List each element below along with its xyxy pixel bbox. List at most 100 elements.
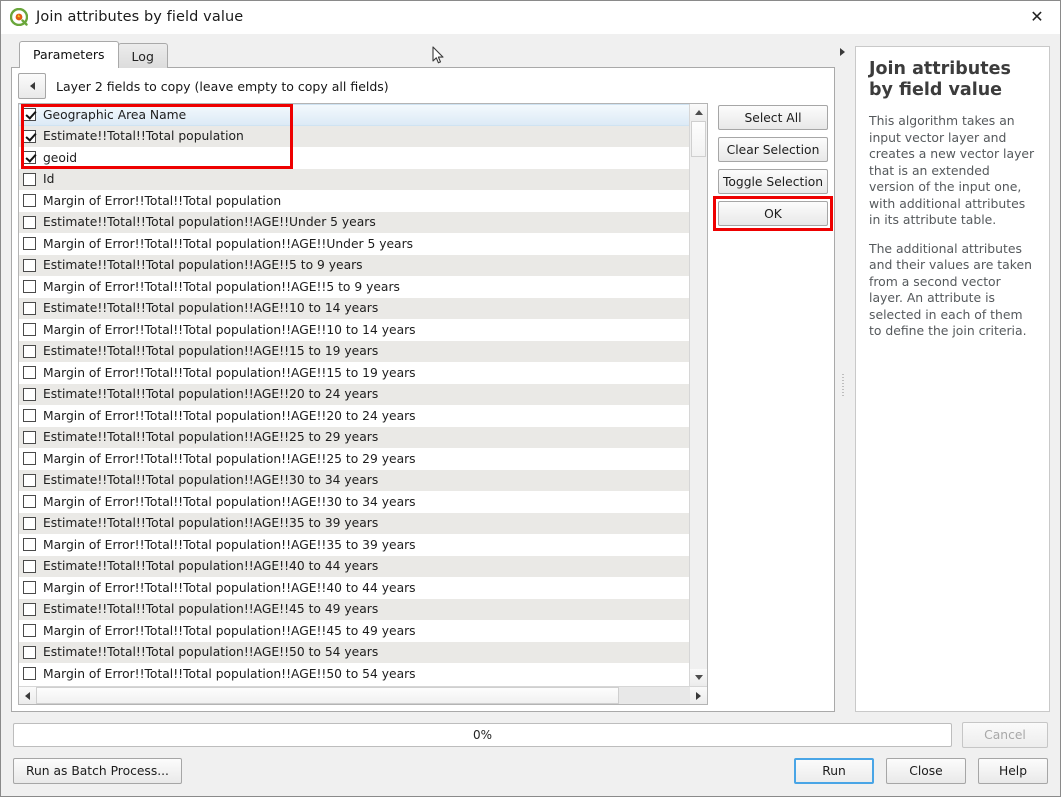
scroll-down-icon[interactable]: [690, 669, 707, 686]
horizontal-scrollbar[interactable]: [19, 686, 707, 704]
checkbox-unchecked-icon[interactable]: [23, 301, 36, 315]
tab-log[interactable]: Log: [117, 43, 168, 68]
horizontal-scroll-thumb[interactable]: [36, 687, 619, 704]
field-list-item-label: Geographic Area Name: [43, 107, 187, 122]
field-list-item[interactable]: Margin of Error!!Total!!Total population…: [19, 362, 689, 384]
field-list-item[interactable]: Margin of Error!!Total!!Total population…: [19, 405, 689, 427]
checkbox-unchecked-icon[interactable]: [23, 430, 36, 444]
checkbox-unchecked-icon[interactable]: [23, 172, 36, 186]
arrow-left-glyph: [25, 691, 30, 700]
field-list-item[interactable]: Estimate!!Total!!Total population!!AGE!!…: [19, 641, 689, 663]
panel-splitter[interactable]: [839, 372, 847, 398]
field-list-item-label: Margin of Error!!Total!!Total population…: [43, 623, 416, 638]
field-list-item-label: Estimate!!Total!!Total population!!AGE!!…: [43, 258, 363, 273]
list-action-buttons: Select All Clear Selection Toggle Select…: [708, 103, 833, 705]
tab-parameters[interactable]: Parameters: [19, 41, 119, 68]
checkbox-unchecked-icon[interactable]: [23, 452, 36, 466]
checkbox-unchecked-icon[interactable]: [23, 516, 36, 530]
checkbox-unchecked-icon[interactable]: [23, 624, 36, 638]
checkbox-unchecked-icon[interactable]: [23, 323, 36, 337]
field-list-item[interactable]: Estimate!!Total!!Total population!!AGE!!…: [19, 340, 689, 362]
field-list-item[interactable]: Estimate!!Total!!Total population!!AGE!!…: [19, 297, 689, 319]
field-list-item[interactable]: Estimate!!Total!!Total population!!AGE!!…: [19, 254, 689, 276]
arrow-up-glyph: [694, 110, 703, 115]
progress-bar: 0%: [13, 723, 952, 747]
checkbox-unchecked-icon[interactable]: [23, 559, 36, 573]
upper-area: Parameters Log Layer 2 fields to copy (l…: [1, 34, 1060, 712]
field-list-item[interactable]: Geographic Area Name: [19, 104, 689, 126]
field-list-item[interactable]: Estimate!!Total!!Total population!!AGE!!…: [19, 512, 689, 534]
checkbox-unchecked-icon[interactable]: [23, 667, 36, 681]
field-list-inner: Geographic Area Name Estimate!!Total!!Tot…: [19, 104, 707, 686]
field-list-item[interactable]: Margin of Error!!Total!!Total population…: [19, 534, 689, 556]
checkbox-unchecked-icon[interactable]: [23, 409, 36, 423]
checkbox-unchecked-icon[interactable]: [23, 473, 36, 487]
field-list[interactable]: Geographic Area Name Estimate!!Total!!Tot…: [19, 104, 689, 686]
checkbox-checked-icon[interactable]: [23, 108, 36, 122]
close-dialog-button[interactable]: Close: [886, 758, 966, 784]
field-list-item[interactable]: Margin of Error!!Total!!Total population…: [19, 319, 689, 341]
field-list-item-label: Margin of Error!!Total!!Total population…: [43, 322, 416, 337]
field-list-item[interactable]: geoid: [19, 147, 689, 169]
field-list-item[interactable]: Margin of Error!!Total!!Total population…: [19, 233, 689, 255]
field-list-item[interactable]: Estimate!!Total!!Total population!!AGE!!…: [19, 211, 689, 233]
help-paragraph: This algorithm takes an input vector lay…: [869, 113, 1035, 228]
checkbox-unchecked-icon[interactable]: [23, 387, 36, 401]
field-list-item[interactable]: Margin of Error!!Total!!Total population…: [19, 663, 689, 685]
checkbox-unchecked-icon[interactable]: [23, 538, 36, 552]
toggle-selection-button[interactable]: Toggle Selection: [718, 169, 828, 194]
field-list-item[interactable]: Estimate!!Total!!Total population!!AGE!!…: [19, 598, 689, 620]
scroll-left-icon[interactable]: [19, 687, 36, 704]
checkbox-unchecked-icon[interactable]: [23, 495, 36, 509]
close-icon[interactable]: ✕: [1014, 1, 1060, 32]
field-list-item[interactable]: Estimate!!Total!!Total population!!AGE!!…: [19, 383, 689, 405]
checkbox-unchecked-icon[interactable]: [23, 194, 36, 208]
dialog-content: Parameters Log Layer 2 fields to copy (l…: [1, 34, 1060, 796]
field-list-item-label: Margin of Error!!Total!!Total population…: [43, 537, 416, 552]
field-list-item[interactable]: Margin of Error!!Total!!Total population…: [19, 577, 689, 599]
vertical-scrollbar[interactable]: [689, 104, 707, 686]
field-list-item-label: Margin of Error!!Total!!Total population: [43, 193, 282, 208]
field-list-item-label: Estimate!!Total!!Total population!!AGE!!…: [43, 559, 379, 574]
field-list-item[interactable]: Estimate!!Total!!Total population!!AGE!!…: [19, 555, 689, 577]
qgis-logo-icon: [9, 7, 29, 27]
field-list-item[interactable]: Margin of Error!!Total!!Total population…: [19, 491, 689, 513]
scroll-up-icon[interactable]: [690, 104, 707, 121]
back-arrow-icon[interactable]: [18, 73, 46, 99]
field-list-item-label: Estimate!!Total!!Total population!!AGE!!…: [43, 215, 376, 230]
cancel-button[interactable]: Cancel: [962, 722, 1048, 748]
checkbox-unchecked-icon[interactable]: [23, 581, 36, 595]
field-list-item[interactable]: Margin of Error!!Total!!Total population: [19, 190, 689, 212]
field-list-item[interactable]: Estimate!!Total!!Total population: [19, 125, 689, 147]
field-list-item[interactable]: Estimate!!Total!!Total population!!AGE!!…: [19, 426, 689, 448]
checkbox-unchecked-icon[interactable]: [23, 280, 36, 294]
run-as-batch-button[interactable]: Run as Batch Process...: [13, 758, 182, 784]
clear-selection-button[interactable]: Clear Selection: [718, 137, 828, 162]
checkbox-unchecked-icon[interactable]: [23, 366, 36, 380]
horizontal-scroll-track[interactable]: [619, 687, 690, 704]
field-list-item[interactable]: Margin of Error!!Total!!Total population…: [19, 620, 689, 642]
splitter-grip-dots: [842, 374, 844, 396]
field-list-item[interactable]: Estimate!!Total!!Total population!!AGE!!…: [19, 469, 689, 491]
checkbox-unchecked-icon[interactable]: [23, 258, 36, 272]
field-list-item[interactable]: Margin of Error!!Total!!Total population…: [19, 276, 689, 298]
checkbox-checked-icon[interactable]: [23, 129, 36, 143]
expand-right-icon[interactable]: [837, 48, 847, 56]
vertical-scroll-thumb[interactable]: [691, 121, 706, 157]
checkbox-unchecked-icon[interactable]: [23, 215, 36, 229]
help-button[interactable]: Help: [978, 758, 1048, 784]
field-list-item-label: Margin of Error!!Total!!Total population…: [43, 580, 416, 595]
checkbox-unchecked-icon[interactable]: [23, 602, 36, 616]
field-list-item[interactable]: Id: [19, 168, 689, 190]
run-button[interactable]: Run: [794, 758, 874, 784]
checkbox-unchecked-icon[interactable]: [23, 344, 36, 358]
ok-button[interactable]: OK: [713, 196, 833, 231]
scroll-right-icon[interactable]: [690, 687, 707, 704]
checkbox-unchecked-icon[interactable]: [23, 237, 36, 251]
checkbox-unchecked-icon[interactable]: [23, 645, 36, 659]
select-all-button[interactable]: Select All: [718, 105, 828, 130]
tab-strip: Parameters Log: [11, 41, 835, 68]
field-list-item[interactable]: Margin of Error!!Total!!Total population…: [19, 448, 689, 470]
checkbox-checked-icon[interactable]: [23, 151, 36, 165]
field-list-item-label: Margin of Error!!Total!!Total population…: [43, 494, 416, 509]
